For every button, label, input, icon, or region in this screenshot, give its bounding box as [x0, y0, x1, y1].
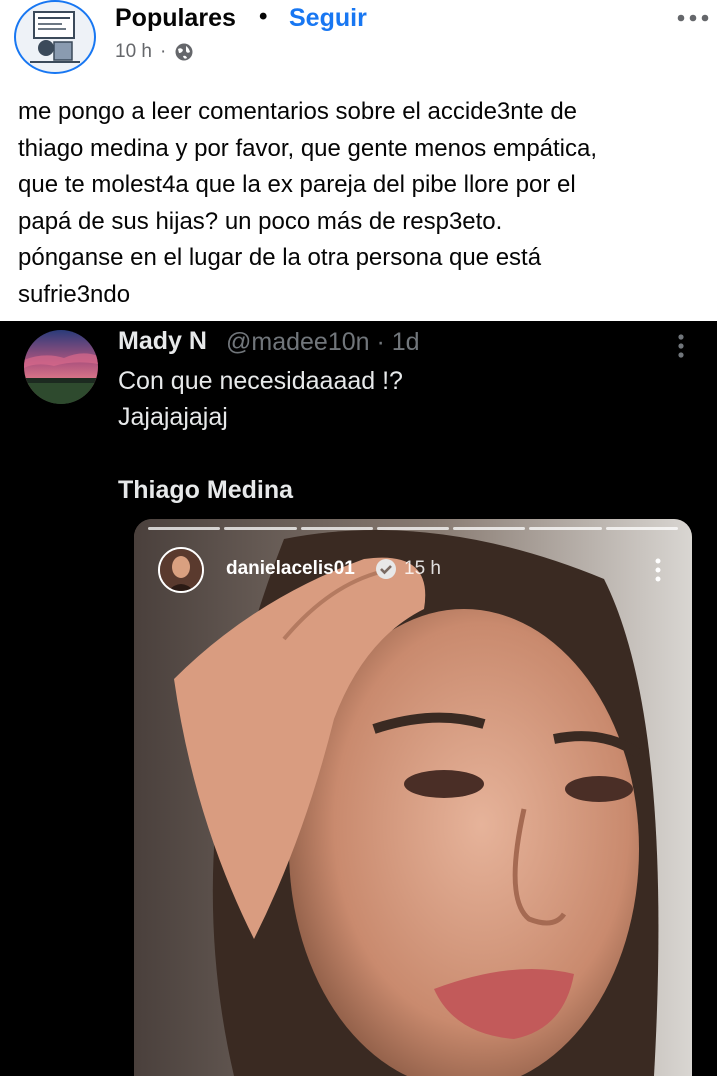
story-progress-bar	[148, 527, 221, 530]
caption-line: sufrie3ndo	[18, 280, 131, 308]
tweet-avatar[interactable]	[24, 330, 98, 404]
person-avatar-icon	[160, 549, 202, 591]
sunset-stadium-avatar-icon	[24, 330, 98, 404]
caption-line: que te molest4a que la ex pareja del pib…	[18, 171, 576, 199]
caption-line: thiago medina y por favor, que gente men…	[18, 134, 598, 162]
story-username: danielacelis01	[226, 558, 355, 579]
story-screenshot: danielacelis01 15 h	[134, 519, 692, 1076]
story-progress-bar	[453, 527, 526, 530]
caption-line: papá de sus hijas? un poco más de resp3e…	[18, 207, 503, 235]
tweet-text-line: Con que necesidaaaad !?	[118, 367, 403, 395]
more-vertical-icon[interactable]	[672, 333, 690, 359]
separator-dot: •	[259, 3, 268, 30]
meta-dot: ·	[159, 41, 167, 62]
follow-button[interactable]: Seguir	[289, 4, 367, 33]
more-vertical-icon	[655, 558, 661, 582]
post-header: Populares • Seguir 10 h ·	[0, 0, 717, 84]
post-time[interactable]: 10 h	[115, 41, 152, 63]
post-caption: me pongo a leer comentarios sobre el acc…	[18, 94, 708, 314]
more-horizontal-icon[interactable]	[676, 8, 710, 28]
story-progress-bar	[300, 527, 373, 530]
caption-line: pónganse en el lugar de la otra persona …	[18, 244, 542, 272]
tweet-handle-time[interactable]: @madee10n · 1d	[226, 328, 420, 357]
page-name[interactable]: Populares	[115, 4, 236, 33]
story-progress-bar	[529, 527, 602, 530]
page-avatar[interactable]	[14, 0, 96, 74]
tweet-text-line: Jajajajajaj	[118, 403, 228, 431]
story-progress-bar	[224, 527, 297, 530]
story-time: 15 h	[404, 558, 441, 579]
story-progress-bars	[148, 527, 678, 530]
crying-woman-photo-icon	[134, 519, 692, 1076]
story-avatar	[158, 547, 204, 593]
story-progress-bar	[376, 527, 450, 530]
story-progress-bar	[605, 527, 678, 530]
tweet-author-name[interactable]: Mady N	[118, 327, 207, 356]
tweet-text-line: Thiago Medina	[118, 476, 293, 504]
verified-badge-icon	[376, 559, 396, 579]
post-image[interactable]: Mady N @madee10n · 1d Con que necesidaaa…	[0, 321, 717, 1076]
newspaper-logo-icon	[30, 11, 80, 63]
globe-icon	[175, 43, 193, 61]
post-meta: 10 h ·	[115, 41, 194, 63]
caption-line: me pongo a leer comentarios sobre el acc…	[18, 98, 578, 125]
